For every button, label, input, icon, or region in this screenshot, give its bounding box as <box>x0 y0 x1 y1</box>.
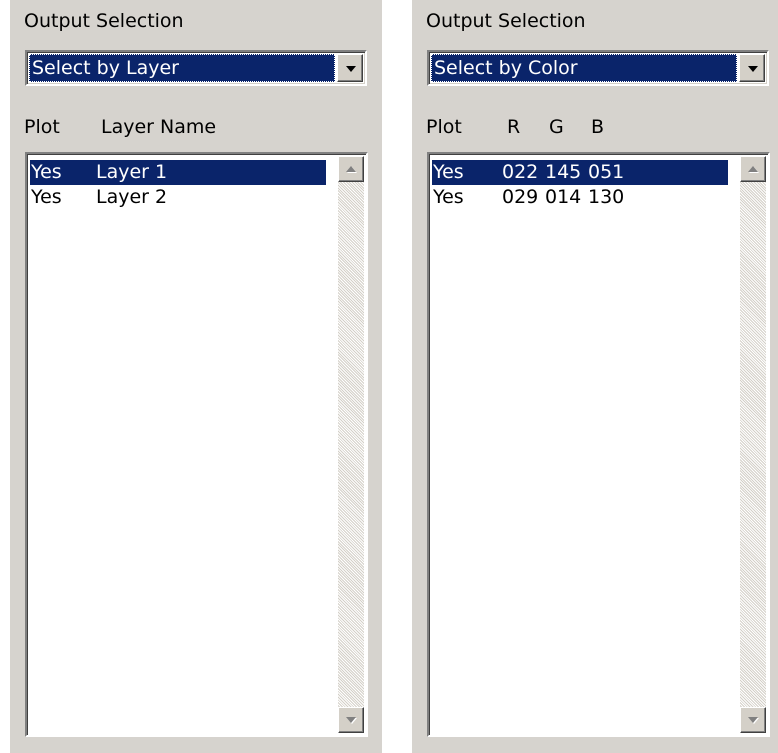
list-item[interactable]: Yes Layer 2 <box>30 185 326 210</box>
scroll-down-arrow-icon <box>748 717 758 723</box>
layer-name-cell: Layer 2 <box>96 186 168 208</box>
output-selection-dropdown[interactable]: Select by Layer <box>25 50 367 86</box>
scroll-down-button[interactable] <box>338 707 364 733</box>
vertical-scrollbar[interactable] <box>338 156 364 733</box>
column-header-plot: Plot <box>426 116 462 138</box>
g-value-cell: 014 <box>545 186 582 208</box>
scroll-down-arrow-icon <box>346 717 356 723</box>
b-value-cell: 051 <box>588 161 625 183</box>
output-selection-dropdown[interactable]: Select by Color <box>427 50 769 86</box>
vertical-scrollbar[interactable] <box>740 156 766 733</box>
r-value-cell: 029 <box>502 186 539 208</box>
output-selection-label: Output Selection <box>426 10 586 32</box>
plot-cell: Yes <box>31 186 62 208</box>
color-output-panel: Output Selection Select by Color Plot R … <box>412 0 778 753</box>
g-value-cell: 145 <box>545 161 582 183</box>
scroll-up-arrow-icon <box>748 166 758 172</box>
column-header-plot: Plot <box>24 116 60 138</box>
column-header-g: G <box>549 116 564 138</box>
scroll-down-button[interactable] <box>740 707 766 733</box>
plot-cell: Yes <box>433 186 464 208</box>
r-value-cell: 022 <box>502 161 539 183</box>
column-header-layer-name: Layer Name <box>101 116 217 138</box>
layer-name-cell: Layer 1 <box>96 161 168 183</box>
output-selection-value: Select by Color <box>431 54 737 82</box>
scroll-up-button[interactable] <box>338 156 364 182</box>
dropdown-button[interactable] <box>739 54 765 82</box>
plot-cell: Yes <box>31 161 62 183</box>
plot-cell: Yes <box>433 161 464 183</box>
output-selection-value: Select by Layer <box>29 54 335 82</box>
list-item[interactable]: Yes 022 145 051 <box>432 160 728 185</box>
scroll-up-button[interactable] <box>740 156 766 182</box>
dropdown-button[interactable] <box>337 54 363 82</box>
output-selection-label: Output Selection <box>24 10 184 32</box>
color-list[interactable]: Yes 022 145 051 Yes 029 014 130 <box>427 152 770 737</box>
layer-output-panel: Output Selection Select by Layer Plot La… <box>10 0 382 753</box>
list-item[interactable]: Yes 029 014 130 <box>432 185 728 210</box>
b-value-cell: 130 <box>588 186 625 208</box>
scroll-up-arrow-icon <box>346 166 356 172</box>
column-header-r: R <box>507 116 521 138</box>
layer-list[interactable]: Yes Layer 1 Yes Layer 2 <box>25 152 368 737</box>
column-header-b: B <box>591 116 605 138</box>
chevron-down-icon <box>748 66 758 72</box>
list-item[interactable]: Yes Layer 1 <box>30 160 326 185</box>
chevron-down-icon <box>346 66 356 72</box>
